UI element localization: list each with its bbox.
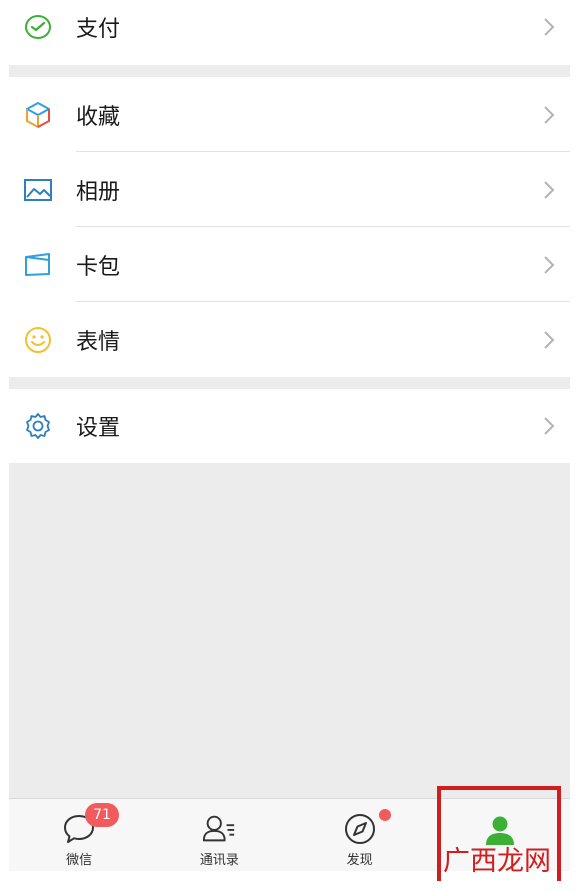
menu-item-pay[interactable]: 支付 — [9, 0, 570, 59]
chevron-right-icon — [544, 255, 555, 274]
contacts-icon — [201, 811, 237, 847]
tab-label: 发现 — [346, 853, 373, 868]
menu-item-label: 表情 — [76, 329, 121, 355]
smiley-icon — [23, 325, 53, 355]
menu-group-pay: 支付 — [9, 0, 570, 65]
tab-label: 通讯录 — [199, 853, 239, 868]
menu-item-label: 收藏 — [76, 104, 121, 130]
chevron-right-icon — [544, 417, 555, 435]
photo-icon — [23, 175, 53, 205]
menu-item-album[interactable]: 相册 — [9, 152, 570, 227]
menu-item-label: 设置 — [76, 416, 121, 441]
wallet-icon — [23, 12, 53, 42]
menu-item-cards[interactable]: 卡包 — [9, 227, 570, 302]
gear-icon — [23, 411, 53, 441]
menu-item-label: 相册 — [76, 179, 121, 205]
chevron-right-icon — [544, 330, 555, 349]
chevron-right-icon — [544, 17, 555, 36]
tab-contacts[interactable]: 通讯录 — [149, 799, 289, 871]
menu-item-stickers[interactable]: 表情 — [9, 302, 570, 377]
menu-group-settings: 设置 — [9, 389, 570, 463]
menu-item-settings[interactable]: 设置 — [9, 389, 570, 463]
new-content-dot — [378, 809, 391, 821]
compass-icon — [342, 811, 378, 847]
person-icon — [482, 813, 518, 849]
chevron-right-icon — [544, 180, 555, 199]
menu-item-label: 支付 — [76, 16, 121, 42]
tab-label: 微信 — [66, 853, 93, 868]
menu-group-main: 收藏 相册 卡包 表情 — [9, 77, 570, 377]
tab-chats[interactable]: 微信 71 — [9, 799, 149, 871]
menu-item-label: 卡包 — [76, 254, 121, 280]
menu-item-favorites[interactable]: 收藏 — [9, 77, 570, 152]
me-page: 支付 收藏 相册 卡包 表情 设置 微信 71 通讯录 发现 — [9, 0, 570, 871]
unread-badge: 71 — [85, 803, 119, 827]
card-icon — [23, 250, 53, 280]
tab-discover[interactable]: 发现 — [290, 799, 430, 871]
cube-icon — [23, 100, 53, 130]
watermark: 广西龙网 — [443, 846, 551, 877]
chevron-right-icon — [544, 105, 555, 124]
